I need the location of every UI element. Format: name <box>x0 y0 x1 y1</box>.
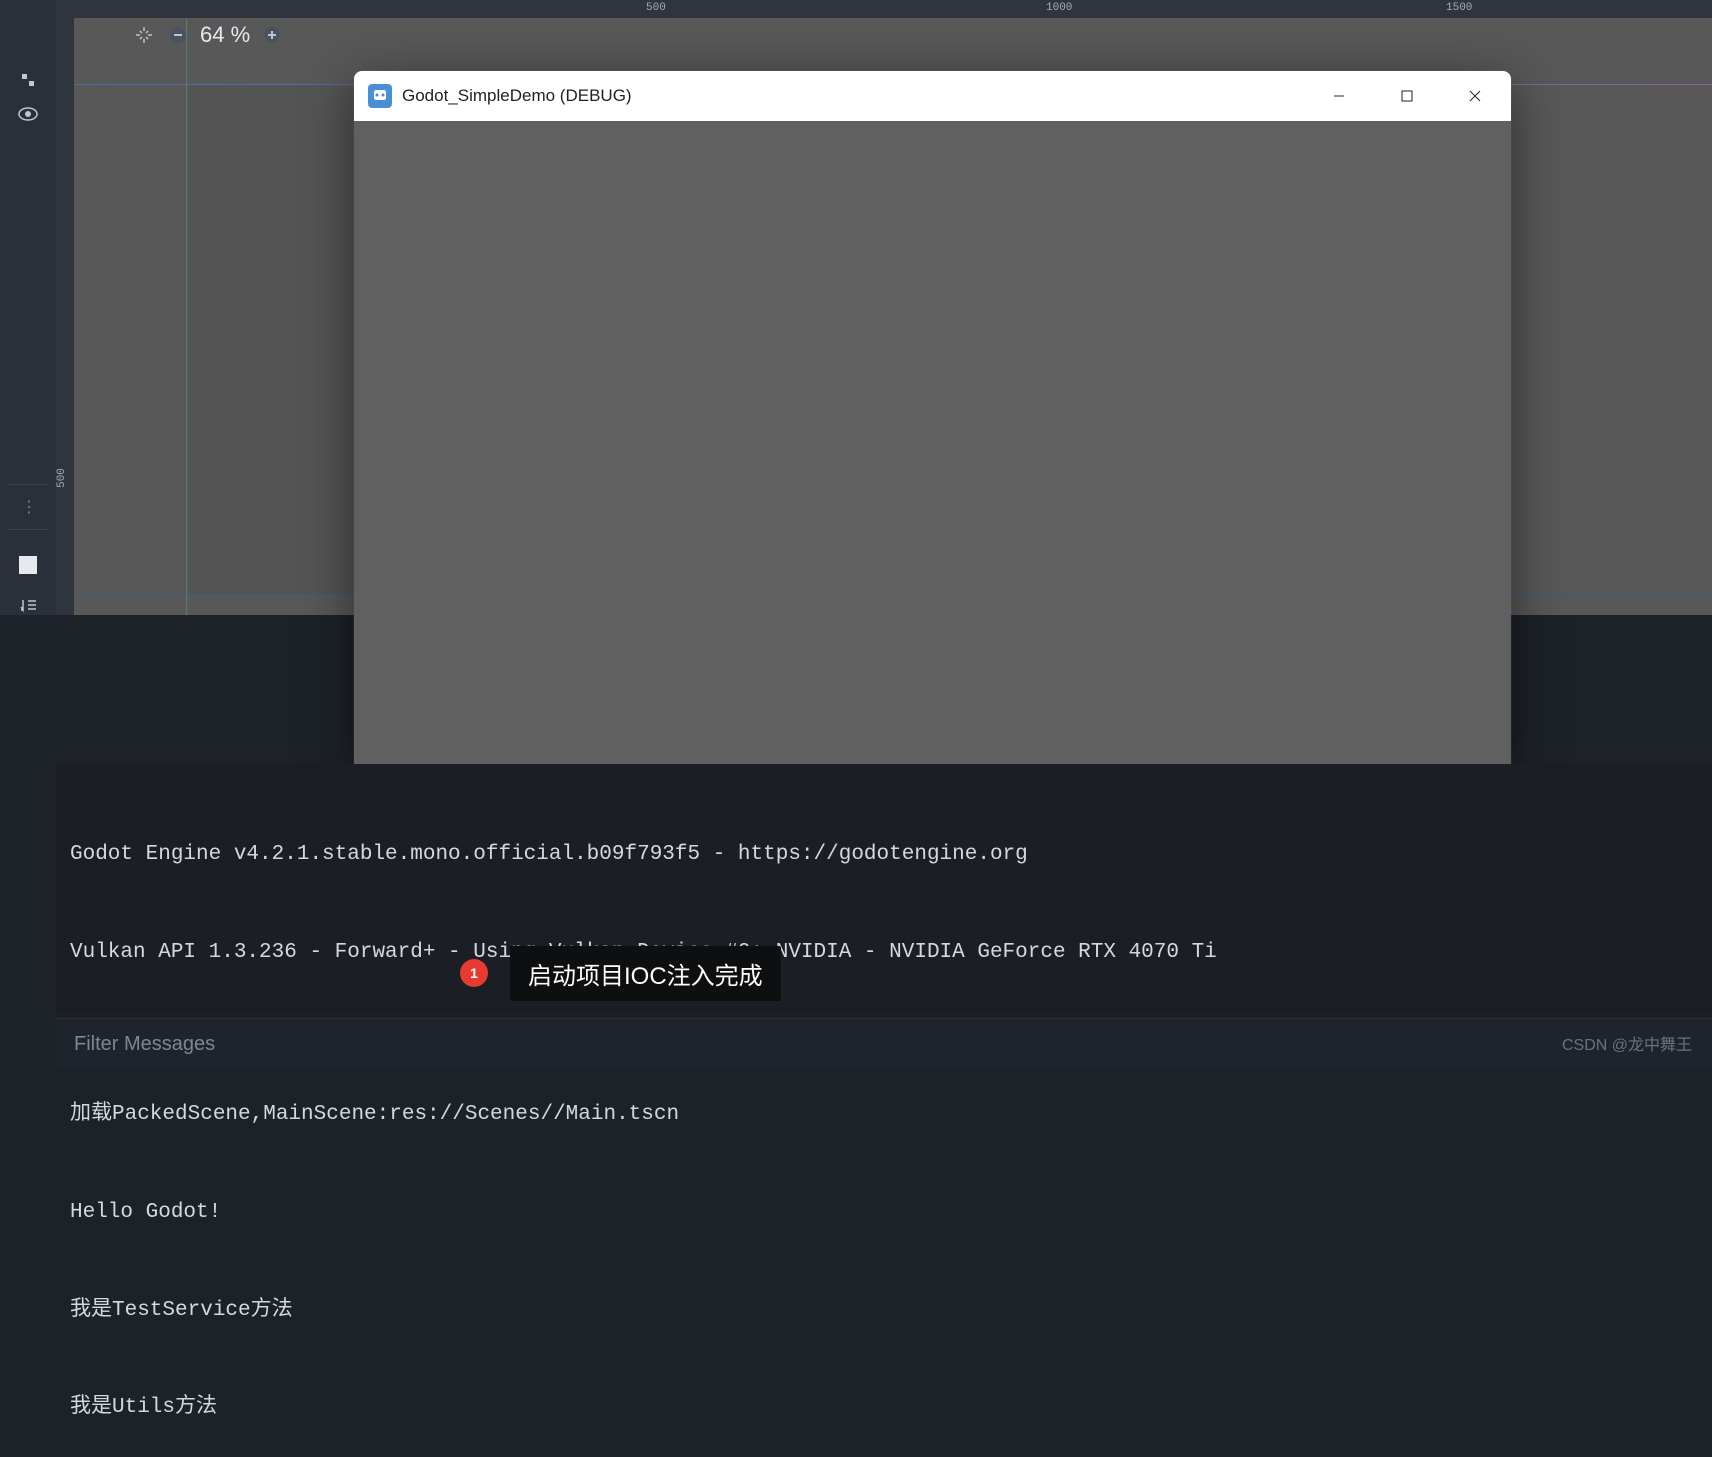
zoom-controls: 64 % <box>132 22 284 48</box>
filter-input[interactable] <box>74 1033 474 1056</box>
window-title: Godot_SimpleDemo (DEBUG) <box>402 86 632 106</box>
center-focus-icon[interactable] <box>132 23 156 47</box>
ruler-vertical[interactable]: 500 <box>56 0 74 615</box>
ruler-tick: 500 <box>646 2 666 14</box>
separator <box>8 529 48 530</box>
annotation-badge: 1 <box>460 959 488 987</box>
ruler-tick: 1000 <box>1046 2 1072 14</box>
game-debug-window[interactable]: Godot_SimpleDemo (DEBUG) <box>354 71 1511 771</box>
close-button[interactable] <box>1453 78 1497 114</box>
output-line: 加载PackedScene,MainScene:res://Scenes//Ma… <box>70 1099 1698 1132</box>
output-line: 我是Utils方法 <box>70 1392 1698 1425</box>
zoom-out-button[interactable] <box>166 23 190 47</box>
separator <box>8 484 48 485</box>
watermark: CSDN @龙中舞王 <box>1562 1031 1692 1055</box>
ruler-horizontal[interactable]: 500 1000 1500 <box>56 0 1712 18</box>
left-toolbar: ⋮ <box>0 0 56 615</box>
eye-icon[interactable] <box>16 104 40 124</box>
output-line: Godot Engine v4.2.1.stable.mono.official… <box>70 839 1698 872</box>
minimize-button[interactable] <box>1317 78 1361 114</box>
window-titlebar[interactable]: Godot_SimpleDemo (DEBUG) <box>354 71 1511 121</box>
zoom-in-button[interactable] <box>260 23 284 47</box>
order-icon[interactable] <box>16 595 40 615</box>
output-line: Vulkan API 1.3.236 - Forward+ - Using Vu… <box>70 937 1698 970</box>
shape-icon[interactable] <box>16 70 40 90</box>
output-line: Hello Godot! <box>70 1197 1698 1230</box>
godot-app-icon <box>368 84 392 108</box>
ruler-tick: 500 <box>56 468 68 488</box>
output-panel[interactable]: Godot Engine v4.2.1.stable.mono.official… <box>56 764 1712 1014</box>
guide-line-v <box>187 18 188 615</box>
output-line: 我是TestService方法 <box>70 1295 1698 1328</box>
zoom-level[interactable]: 64 % <box>200 22 250 48</box>
more-icon[interactable]: ⋮ <box>21 497 35 517</box>
ruler-tick: 1500 <box>1446 2 1472 14</box>
maximize-button[interactable] <box>1385 78 1429 114</box>
rect-tool-icon[interactable] <box>16 555 40 575</box>
filter-bar <box>56 1018 1712 1069</box>
annotation-label: 启动项目IOC注入完成 <box>510 946 781 1001</box>
